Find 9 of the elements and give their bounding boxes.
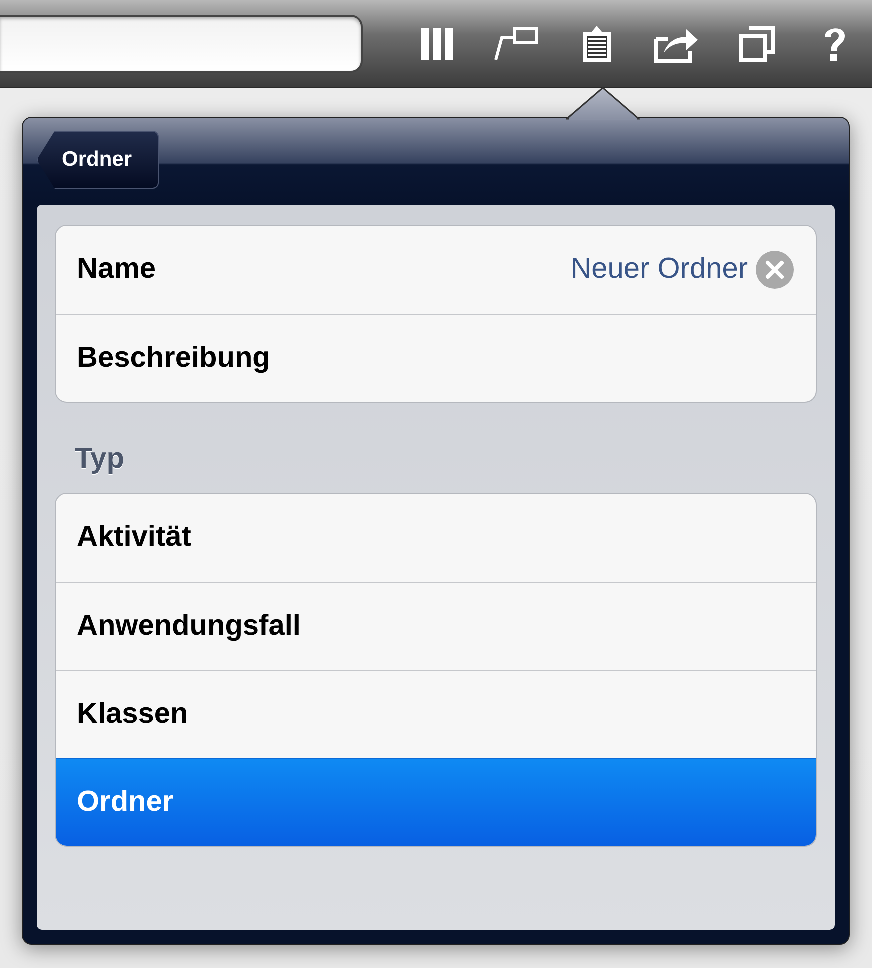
- back-button[interactable]: Ordner: [37, 131, 159, 189]
- field-label: Name: [77, 252, 156, 288]
- option-row[interactable]: Anwendungsfall: [56, 582, 816, 670]
- field-label: Beschreibung: [77, 340, 270, 376]
- search-field[interactable]: [0, 15, 363, 73]
- section-header: Typ: [75, 442, 126, 477]
- option-row[interactable]: Ordner: [56, 758, 816, 846]
- option-row[interactable]: Aktivität: [56, 494, 816, 582]
- field-value[interactable]: Neuer Ordner: [570, 248, 748, 292]
